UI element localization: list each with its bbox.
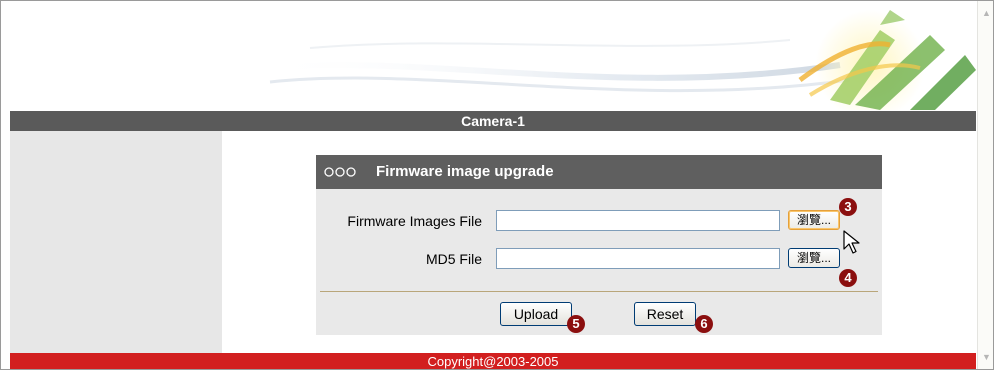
- mouse-cursor-icon: [843, 230, 860, 254]
- copyright-footer: Copyright@2003-2005: [10, 353, 976, 369]
- banner-graphic: [10, 10, 976, 110]
- callout-marker-4: 4: [839, 269, 857, 287]
- panel-header: Firmware image upgrade: [316, 155, 882, 189]
- firmware-browse-button[interactable]: 瀏覽...: [788, 210, 840, 230]
- chain-link-icon: [324, 167, 356, 177]
- md5-file-label: MD5 File: [425, 251, 482, 267]
- scroll-down-arrow-icon[interactable]: ▼: [979, 350, 993, 365]
- panel-divider: [320, 291, 878, 292]
- camera-title-bar: Camera-1: [10, 111, 976, 131]
- md5-browse-button[interactable]: 瀏覽...: [788, 248, 840, 268]
- callout-marker-5: 5: [567, 315, 585, 333]
- md5-file-input[interactable]: [496, 248, 780, 269]
- browser-window: Camera-1 Firmware image upgrade Firmware…: [0, 0, 994, 370]
- firmware-file-label: Firmware Images File: [347, 213, 482, 229]
- callout-marker-6: 6: [695, 315, 713, 333]
- firmware-file-input[interactable]: [496, 210, 780, 231]
- callout-marker-3: 3: [839, 198, 857, 216]
- banner-swoosh-image: [259, 10, 976, 110]
- vertical-scrollbar[interactable]: ▲ ▼: [977, 1, 993, 369]
- firmware-upgrade-panel: Firmware image upgrade Firmware Images F…: [316, 155, 882, 335]
- upload-button[interactable]: Upload: [500, 302, 572, 326]
- reset-button[interactable]: Reset: [634, 302, 696, 326]
- panel-title: Firmware image upgrade: [376, 163, 554, 180]
- scroll-up-arrow-icon[interactable]: ▲: [979, 6, 993, 21]
- left-side-panel: [10, 131, 222, 353]
